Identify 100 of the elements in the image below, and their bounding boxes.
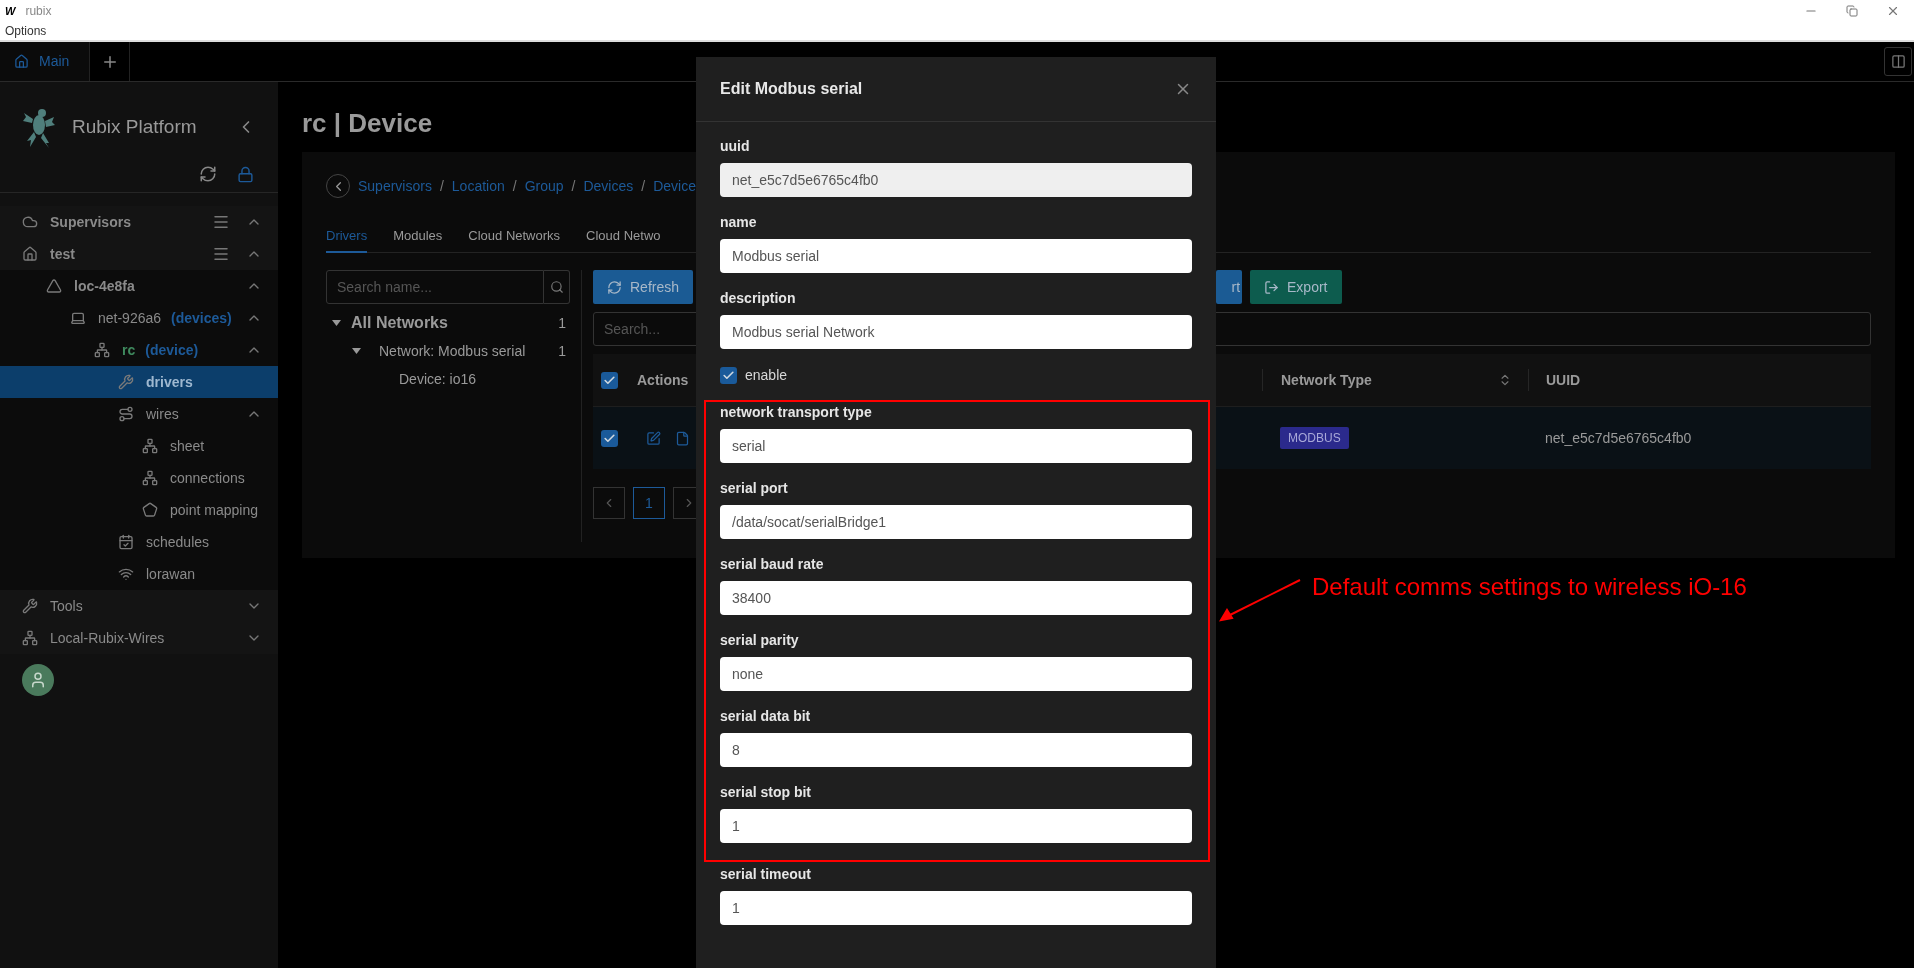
type-badge: MODBUS	[1280, 427, 1349, 449]
wrench-icon	[22, 598, 38, 614]
search-field[interactable]: Search name...	[326, 270, 544, 304]
breadcrumb-separator: /	[571, 176, 576, 196]
text-field[interactable]: 1	[720, 809, 1192, 843]
text-field[interactable]: none	[720, 657, 1192, 691]
menu-item[interactable]: Options	[5, 22, 47, 40]
breadcrumb-separator: /	[512, 176, 517, 196]
sidebar-item[interactable]: point mapping	[0, 494, 278, 526]
row-checkbox[interactable]	[601, 429, 618, 447]
field-label: uuid	[720, 138, 751, 155]
item-label: lorawan	[146, 564, 196, 584]
toolbar-button[interactable]: Refresh	[593, 270, 694, 304]
toolbar-button[interactable]: rt	[1216, 270, 1243, 304]
cloud-icon	[22, 214, 38, 230]
sidebar-item[interactable]: wires	[0, 398, 278, 430]
laptop-icon	[70, 310, 86, 326]
sidebar-item[interactable]: lorawan	[0, 558, 278, 590]
sidebar-item[interactable]: sheet	[0, 430, 278, 462]
text-field[interactable]: 8	[720, 733, 1192, 767]
field-label: description	[720, 290, 797, 307]
home-icon	[14, 54, 29, 69]
refresh-icon[interactable]	[199, 165, 217, 183]
refresh-icon	[607, 279, 622, 295]
text-field[interactable]: /data/socat/serialBridge1	[720, 505, 1192, 539]
count: 1	[558, 341, 566, 361]
field-label: serial port	[720, 480, 789, 497]
text-field[interactable]: serial	[720, 429, 1192, 463]
lock-icon[interactable]	[237, 165, 254, 183]
sidebar-item[interactable]: schedules	[0, 526, 278, 558]
count: 1	[558, 313, 566, 333]
checkbox-label: enable	[745, 365, 788, 385]
item-tag: (device)	[145, 339, 199, 361]
search-button[interactable]	[544, 270, 570, 304]
item-label: schedules	[146, 532, 210, 552]
column-header: UUID	[1546, 370, 1581, 390]
home-icon	[22, 246, 38, 262]
wifi-icon	[118, 566, 134, 582]
item-label: Supervisors	[50, 212, 131, 232]
field-label: network transport type	[720, 404, 873, 421]
text-field[interactable]: Modbus serial Network	[720, 315, 1192, 349]
file-icon[interactable]	[675, 430, 690, 446]
close-icon[interactable]	[1886, 4, 1900, 18]
item-label: wires	[146, 404, 179, 424]
page-title: rc | Device	[302, 106, 433, 140]
dialog-title: Edit Modbus serial	[720, 79, 863, 99]
content-tab[interactable]: Cloud Networks	[468, 220, 561, 253]
item-label: drivers	[146, 372, 193, 392]
field-label: serial parity	[720, 632, 800, 649]
column-header: Network Type	[1281, 370, 1372, 390]
content-tab[interactable]: Modules	[393, 220, 443, 253]
tree-label[interactable]: Device: io16	[399, 368, 477, 390]
toolbar-button[interactable]: Export	[1250, 270, 1342, 304]
field-label: serial data bit	[720, 708, 812, 725]
content-tab[interactable]: Cloud Netwo	[586, 220, 661, 253]
item-label: Tools	[50, 596, 83, 616]
wrench-icon	[118, 374, 134, 390]
caret-icon[interactable]	[332, 320, 341, 326]
text-field[interactable]: Modbus serial	[720, 239, 1192, 273]
tree-label[interactable]: Network: Modbus serial	[379, 340, 526, 362]
select-all-checkbox[interactable]	[601, 371, 618, 389]
app-title: Rubix Platform	[72, 114, 197, 139]
menu-icon[interactable]	[212, 245, 230, 263]
sidebar-item[interactable]: connections	[0, 462, 278, 494]
field-label: serial baud rate	[720, 556, 825, 573]
layout-toggle-button[interactable]	[1884, 47, 1912, 76]
tree-label[interactable]: All Networks	[351, 311, 448, 335]
item-label: point mapping	[170, 500, 258, 520]
hierarchy-icon	[142, 438, 158, 454]
check-icon	[722, 368, 735, 382]
pentagon-icon	[142, 502, 158, 518]
item-label: sheet	[170, 436, 205, 456]
avatar[interactable]	[22, 664, 54, 696]
text-field[interactable]: 1	[720, 891, 1192, 925]
menu-icon[interactable]	[212, 213, 230, 231]
calendar-icon	[118, 534, 134, 550]
enable-checkbox[interactable]	[720, 366, 737, 384]
sidebar-item[interactable]: loc-4e8fa	[0, 270, 278, 302]
table-cell-text: net_e5c7d5e6765c4fb0	[1544, 428, 1692, 448]
sidebar-item[interactable]: net-926a6 (devices)	[0, 302, 278, 334]
breadcrumb-separator: /	[641, 176, 646, 196]
hierarchy-icon	[22, 630, 38, 646]
item-label: loc-4e8fa	[74, 276, 135, 296]
item-label: Local-Rubix-Wires	[50, 628, 165, 648]
column-header: Actions	[637, 370, 689, 390]
caret-icon[interactable]	[352, 348, 361, 354]
field-label: serial timeout	[720, 866, 813, 883]
edit-icon[interactable]	[646, 430, 661, 446]
check-icon	[603, 431, 616, 445]
annotation-text: Default comms settings to wireless iO-16	[1312, 572, 1747, 602]
app-logo: W	[5, 3, 16, 19]
restore-icon[interactable]	[1846, 5, 1858, 17]
columns-icon	[1890, 54, 1906, 69]
hierarchy-icon	[142, 470, 158, 486]
text-field[interactable]: 38400	[720, 581, 1192, 615]
sidebar-item[interactable]: rc (device)	[0, 334, 278, 366]
field-label: name	[720, 214, 758, 231]
item-label: net-926a6	[98, 308, 162, 328]
item-tag: (devices)	[171, 307, 232, 329]
sidebar-item[interactable]: drivers	[0, 366, 278, 398]
